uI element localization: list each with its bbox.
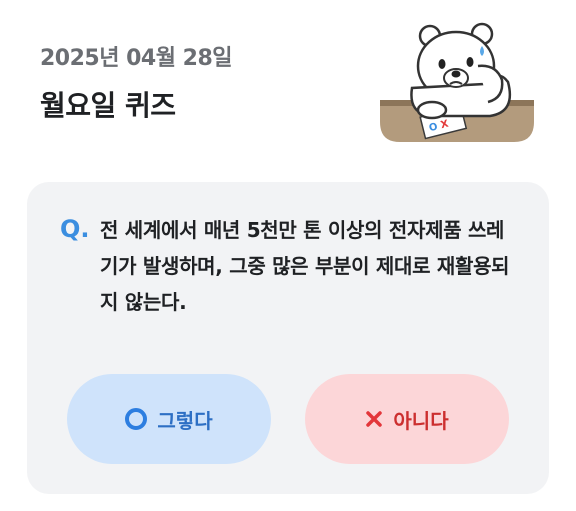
x-mark-icon xyxy=(365,410,383,428)
answer-yes-button[interactable]: 그렇다 xyxy=(67,374,271,464)
quiz-card: Q. 전 세계에서 매년 5천만 톤 이상의 전자제품 쓰레기가 발생하며, 그… xyxy=(27,182,549,494)
answer-yes-label: 그렇다 xyxy=(157,408,213,433)
page-title: 월요일 퀴즈 xyxy=(40,89,176,122)
answer-no-button[interactable]: 아니다 xyxy=(305,374,509,464)
answer-no-label: 아니다 xyxy=(393,408,449,433)
question-mark-label: Q. xyxy=(60,215,90,243)
circle-o-icon xyxy=(125,408,148,430)
question-text: 전 세계에서 매년 5천만 톤 이상의 전자제품 쓰레기가 발생하며, 그중 많… xyxy=(100,218,510,314)
quiz-date: 2025년 04월 28일 xyxy=(40,46,233,71)
polar-bear-mascot-icon: O X xyxy=(380,22,534,142)
